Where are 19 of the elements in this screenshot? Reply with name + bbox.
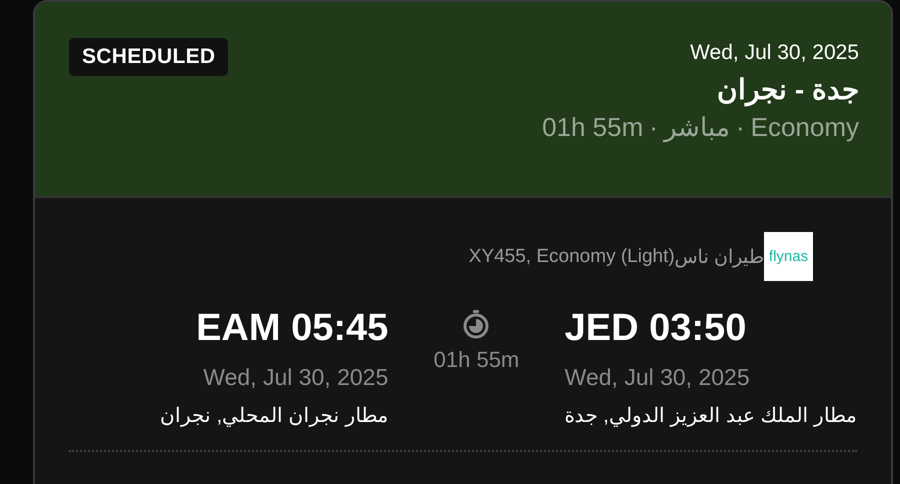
departure-airport: مطار الملك عبد العزيز الدولي, جدة [564,404,857,428]
departure-time: JED 03:50 [564,307,746,350]
duration-text: 01h 55m [434,347,520,373]
fare-text: XY455, Economy (Light) [468,246,675,268]
departure-date: Wed, Jul 30, 2025 [564,364,750,391]
stopwatch-icon [462,309,490,339]
arrival-date: Wed, Jul 30, 2025 [203,364,388,391]
arrival-airport: مطار نجران المحلي, نجران [160,404,388,428]
route-title: جدة - نجران [717,73,859,106]
flight-meta: Economy [750,112,859,143]
airline-name: طيران ناس [674,246,764,268]
separator-dot: · [649,112,658,143]
flight-date: Wed, Jul 30, 2025 [690,41,859,65]
airline-logo: flynas [764,232,813,281]
status-badge: SCHEDULED [69,38,228,76]
flight-meta: 01h 55m [542,112,644,143]
flight-meta: مباشر [664,112,730,143]
separator-dot: · [736,112,745,143]
arrival-time: EAM 05:45 [196,307,388,350]
